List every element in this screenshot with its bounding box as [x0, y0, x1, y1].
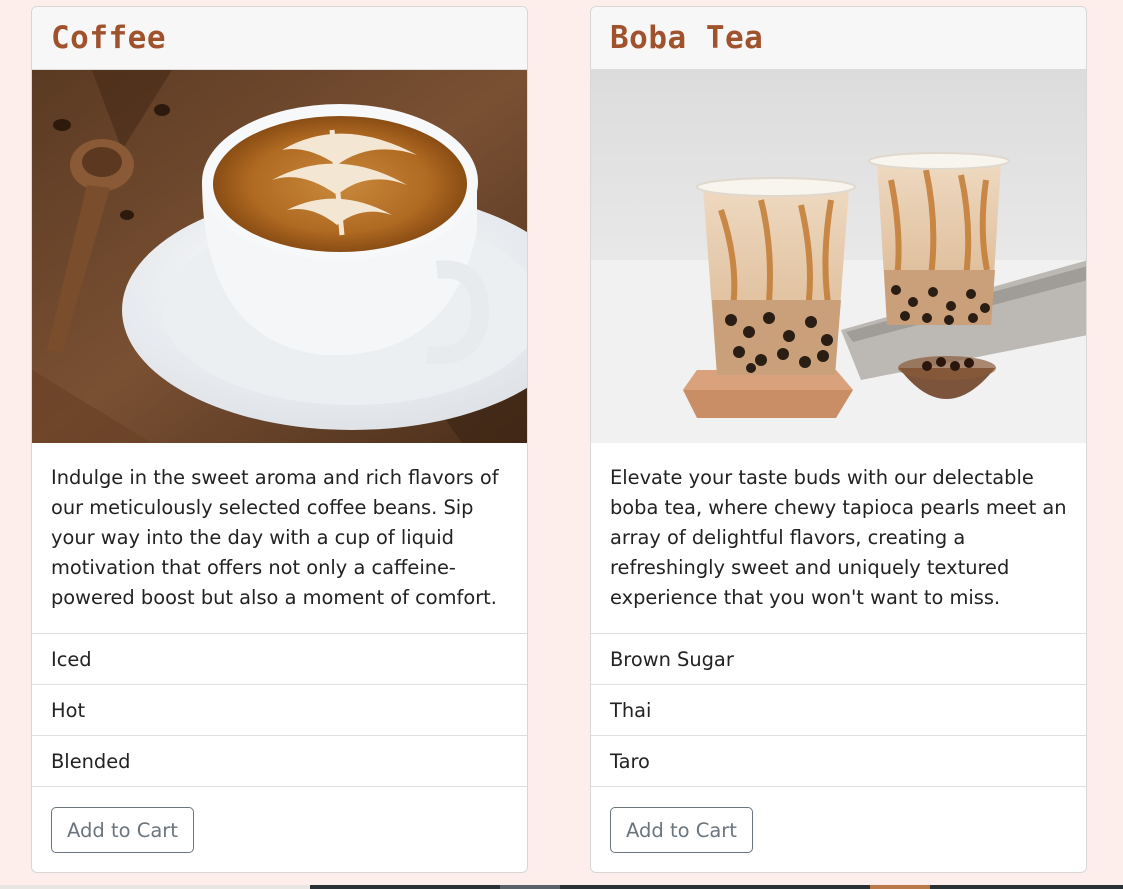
card-header: Coffee [32, 7, 527, 70]
card-body: Elevate your taste buds with our delecta… [591, 443, 1086, 634]
bottom-edge-segment [310, 885, 500, 889]
product-card-boba-tea: Boba Tea Elevate your taste buds with ou… [590, 6, 1087, 873]
boba-tea-image [591, 70, 1086, 443]
option-item[interactable]: Thai [591, 685, 1086, 736]
add-to-cart-button[interactable]: Add to Cart [51, 807, 194, 853]
card-footer: Add to Cart [32, 787, 527, 853]
card-description: Indulge in the sweet aroma and rich flav… [51, 466, 499, 609]
option-item[interactable]: Hot [32, 685, 527, 736]
bottom-edge-segment [870, 885, 930, 889]
card-header: Boba Tea [591, 7, 1086, 70]
option-item[interactable]: Brown Sugar [591, 634, 1086, 685]
bottom-edge-segment [930, 885, 1123, 889]
card-title: Coffee [51, 20, 166, 56]
option-item[interactable]: Blended [32, 736, 527, 787]
card-title: Boba Tea [610, 20, 764, 56]
coffee-image [32, 70, 527, 443]
card-footer: Add to Cart [591, 787, 1086, 853]
product-card-coffee: Coffee Indulge in the sweet aroma and ri… [31, 6, 528, 873]
add-to-cart-button[interactable]: Add to Cart [610, 807, 753, 853]
bottom-edge-segment [560, 885, 870, 889]
card-description: Elevate your taste buds with our delecta… [610, 466, 1067, 609]
option-item[interactable]: Iced [32, 634, 527, 685]
bottom-edge-segment [500, 885, 560, 889]
option-item[interactable]: Taro [591, 736, 1086, 787]
page-bottom-edge [0, 885, 1123, 889]
card-body: Indulge in the sweet aroma and rich flav… [32, 443, 527, 634]
